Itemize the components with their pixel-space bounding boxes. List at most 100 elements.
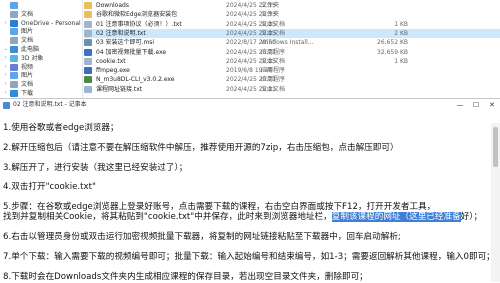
pane-divider[interactable] — [82, 0, 83, 98]
file-type: Windows Install... — [261, 39, 314, 47]
text-line-content: 8.下载时会在Downloads文件夹内生成相应课程的保存目录，若出现空目录文件… — [3, 271, 368, 282]
text-after-selection: 好）； — [460, 212, 483, 223]
file-row[interactable]: N_m3u8DL-CLI_v3.0.2.exe 2022/4/25 20:21 应用… — [84, 75, 500, 84]
window-title: 02 注意和说明.txt - 记事本 — [13, 101, 87, 108]
pictures-icon — [10, 28, 18, 36]
text-line: 找到并复制相关Cookie，将其粘贴到"cookie.txt"中并保存，此时来到… — [3, 212, 482, 223]
file-name: ffmpeg.exe — [96, 67, 130, 75]
chevron-icon[interactable]: › — [3, 89, 8, 98]
file-size: 26,652 KB — [377, 39, 408, 47]
notepad-icon — [3, 102, 10, 109]
text-line: 2.解开压缩包后（请注意不要在解压缩软件中解压，推荐使用开源的7zip，右击压缩… — [3, 143, 399, 154]
app-icon — [84, 48, 92, 56]
nav-item[interactable]: › 文档 — [3, 80, 33, 89]
nav-item[interactable]: › 3D 对象 — [3, 54, 43, 63]
text-file-icon — [84, 20, 92, 28]
file-type: 文本文档 — [261, 20, 286, 28]
nav-item[interactable]: 文档 — [3, 10, 33, 19]
file-name: Downloads — [96, 2, 129, 9]
chevron-icon[interactable]: › — [3, 80, 8, 89]
scrollbar-thumb[interactable] — [493, 127, 498, 167]
text-line-content: 2.解开压缩包后（请注意不要在解压缩软件中解压，推荐使用开源的7zip，右击压缩… — [3, 142, 399, 153]
cloud-icon — [10, 19, 18, 27]
nav-item[interactable]: › 图片 — [3, 71, 33, 80]
file-type: 文本文档 — [261, 85, 286, 93]
chevron-icon[interactable]: › — [3, 54, 8, 63]
file-row[interactable]: 01 注意事项协议（必须！）.txt 2024/4/25 20:25 文本文档 1 K… — [84, 20, 500, 29]
installer-icon — [84, 39, 92, 47]
nav-item[interactable]: ⌄ 此电脑 — [3, 45, 39, 54]
text-file-icon — [84, 57, 92, 65]
nav-item[interactable]: › 下载 — [3, 89, 33, 98]
text-line: 6.右击以管理员身份或双击运行加密视频批量下载器，将复制的网址链接粘贴至下载器中… — [3, 232, 401, 243]
chevron-icon[interactable]: › — [3, 63, 8, 72]
file-type: 文件夹 — [261, 2, 280, 9]
file-name: 03 安装这个即可.msi — [96, 39, 155, 47]
file-row[interactable]: 课程网址链接.txt 2024/4/25 20:21 文本文档 — [84, 85, 500, 94]
text-line: 3.解压开了，进行安装（我这里已经安装过了）； — [3, 163, 187, 174]
nav-item[interactable] — [3, 1, 21, 10]
file-name: 02 注意和说明.txt — [96, 29, 146, 37]
nav-item-label: 3D 对象 — [21, 54, 44, 62]
file-row[interactable]: 03 安装这个即可.msi 2022/8/17 20:50 Windows Inst… — [84, 38, 500, 47]
text-editor[interactable]: 1.使用谷歌或者edge浏览器； 2.解开压缩包后（请注意不要在解压缩软件中解压，… — [0, 123, 495, 282]
nav-item-label: 文档 — [21, 10, 34, 18]
documents-icon — [10, 10, 18, 18]
minimize-button[interactable]: — — [452, 99, 468, 111]
nav-item-label: 图片 — [21, 28, 34, 36]
text-line-content: 6.右击以管理员身份或双击运行加密视频批量下载器，将复制的网址链接粘贴至下载器中… — [3, 231, 401, 242]
file-type: 文本文档 — [261, 29, 286, 37]
file-name: 谷歌和微软Edge浏览器安装包 — [96, 11, 178, 19]
chevron-icon[interactable]: › — [3, 19, 8, 28]
chevron-icon[interactable]: › — [3, 71, 8, 80]
text-line: 4.双击打开"cookie.txt" — [3, 182, 96, 193]
objects3d-icon — [10, 54, 18, 62]
file-name: 课程网址链接.txt — [96, 85, 143, 93]
nav-item[interactable]: 文档 — [3, 36, 33, 45]
file-name: 04 加密视频批量下载.exe — [96, 48, 167, 56]
nav-item-label: 文档 — [21, 81, 34, 89]
file-row[interactable]: 谷歌和微软Edge浏览器安装包 2024/4/25 20:33 文件夹 — [84, 10, 500, 19]
nav-item-label: 视频 — [21, 63, 34, 71]
nav-item-label: 图片 — [21, 72, 34, 80]
notepad-window: 02 注意和说明.txt - 记事本 — ☐ ✕ 1.使用谷歌或者edge浏览器… — [0, 98, 500, 282]
text-file-icon — [84, 29, 92, 37]
vertical-scrollbar[interactable] — [491, 123, 500, 282]
nav-item-label: OneDrive - Personal — [21, 19, 81, 27]
file-type: 文件夹 — [261, 11, 280, 19]
file-row[interactable]: cookie.txt 2024/4/25 20:25 文本文档 1 KB — [84, 57, 500, 66]
documents-icon — [10, 81, 18, 89]
pc-icon — [10, 46, 18, 53]
text-line-content: 4.双击打开"cookie.txt" — [3, 182, 96, 193]
text-line: 1.使用谷歌或者edge浏览器； — [3, 123, 119, 134]
nav-item-label: 文档 — [21, 37, 34, 45]
file-row[interactable]: 02 注意和说明.txt 2024/4/25 20:25 文本文档 2 KB — [84, 28, 500, 38]
pictures-icon — [10, 2, 18, 9]
file-name: N_m3u8DL-CLI_v3.0.2.exe — [96, 76, 175, 84]
title-bar[interactable]: 02 注意和说明.txt - 记事本 — ☐ ✕ — [0, 99, 500, 111]
file-row[interactable]: 04 加密视频批量下载.exe 2024/4/25 20:21 应用程序 32,659… — [84, 48, 500, 57]
file-size: 2 KB — [394, 29, 408, 37]
file-name: cookie.txt — [96, 57, 126, 65]
navigation-pane: 文档 › OneDrive - Personal 图片 文档 ⌄ 此电脑 › 3D 对象 › 视频 ›… — [0, 0, 82, 98]
nav-item-label: 下载 — [21, 90, 34, 97]
selected-text[interactable]: 复制该课程的网址（这里已经准备 — [331, 212, 461, 223]
file-row[interactable]: ffmpeg.exe 2019/6/8 19:48 应用程序 — [84, 66, 500, 75]
file-type: 应用程序 — [261, 48, 286, 56]
text-line-content: 5.步骤：在谷歌或edge浏览器上登录好账号，点击需要下载的课程，右击空白界面或… — [3, 202, 436, 213]
file-size: 1 KB — [394, 57, 408, 65]
nav-item[interactable]: › 视频 — [3, 63, 33, 72]
close-button[interactable]: ✕ — [484, 99, 500, 111]
file-row[interactable]: Downloads 2024/4/25 22:15 文件夹 — [84, 1, 500, 10]
app-icon — [84, 67, 92, 75]
folder-icon — [84, 11, 92, 19]
file-name: 01 注意事项协议（必须！）.txt — [96, 20, 182, 28]
nav-item[interactable]: › OneDrive - Personal — [3, 19, 81, 28]
file-type: 应用程序 — [261, 67, 286, 75]
file-explorer-window: 文档 › OneDrive - Personal 图片 文档 ⌄ 此电脑 › 3D 对象 › 视频 ›… — [0, 0, 500, 98]
text-line-content: 3.解压开了，进行安装（我这里已经安装过了）； — [3, 162, 188, 173]
chevron-icon[interactable]: ⌄ — [3, 45, 8, 54]
nav-item[interactable]: 图片 — [3, 27, 33, 36]
maximize-button[interactable]: ☐ — [468, 99, 484, 111]
folder-icon — [84, 2, 92, 9]
